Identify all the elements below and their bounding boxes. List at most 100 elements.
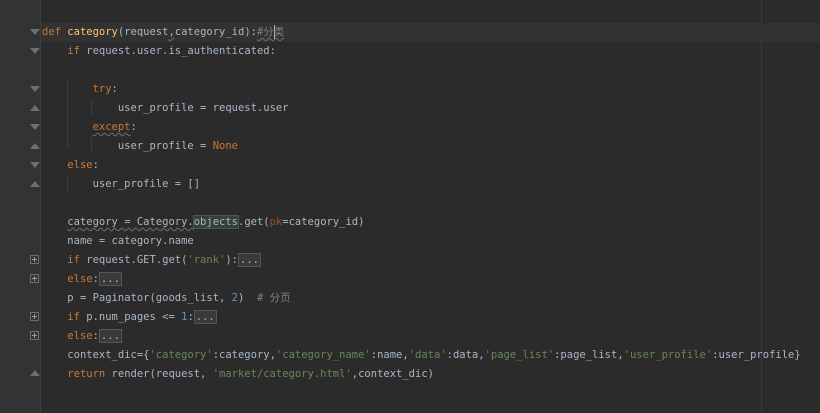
fold-end-icon[interactable] bbox=[30, 143, 40, 149]
keyword: else bbox=[67, 159, 93, 171]
code-text: ) bbox=[238, 292, 257, 304]
code-line[interactable]: name = category.name bbox=[42, 232, 194, 251]
fold-end-icon[interactable] bbox=[30, 370, 40, 376]
code-line[interactable]: else:... bbox=[42, 327, 122, 346]
code-line[interactable]: user_profile = None bbox=[42, 137, 238, 156]
fold-end-icon[interactable] bbox=[30, 105, 40, 111]
code-text: : bbox=[92, 273, 99, 285]
code-text: : bbox=[111, 83, 118, 95]
code-text: :data, bbox=[446, 349, 485, 361]
code-text: : bbox=[92, 159, 99, 171]
fold-collapse-icon[interactable] bbox=[30, 48, 40, 54]
code-line[interactable]: def category(request,category_id):#分类 bbox=[42, 23, 284, 42]
string-literal: 'rank' bbox=[187, 254, 226, 266]
code-line[interactable]: if p.num_pages <= 1:... bbox=[42, 308, 217, 327]
keyword: None bbox=[212, 140, 238, 152]
code-line[interactable]: else: bbox=[42, 156, 99, 175]
code-text: :category, bbox=[212, 349, 276, 361]
code-text: : bbox=[187, 311, 194, 323]
code-text: render(request, bbox=[105, 368, 213, 380]
code-text: .get( bbox=[238, 216, 270, 228]
code-text: ,context_dic) bbox=[351, 368, 434, 380]
comment: #分类 bbox=[256, 26, 285, 38]
folded-region[interactable]: ... bbox=[238, 253, 261, 267]
string-literal: 'data' bbox=[408, 349, 447, 361]
code-text: :page_list, bbox=[554, 349, 624, 361]
string-literal: 'category_name' bbox=[275, 349, 371, 361]
code-text: (request bbox=[117, 26, 169, 38]
code-line[interactable]: user_profile = [] bbox=[42, 175, 200, 194]
code-text: :user_profile} bbox=[712, 349, 801, 361]
fold-expand-icon[interactable] bbox=[30, 312, 39, 321]
code-line[interactable]: if request.GET.get('rank'):... bbox=[42, 251, 261, 270]
function-name: category bbox=[67, 26, 118, 38]
code-line[interactable]: try: bbox=[42, 80, 118, 99]
highlighted-identifier: objects bbox=[192, 215, 240, 229]
comment: # 分页 bbox=[256, 292, 291, 304]
code-line[interactable]: else:... bbox=[42, 270, 122, 289]
fold-collapse-icon[interactable] bbox=[30, 86, 40, 92]
code-text: : bbox=[130, 121, 137, 133]
string-literal: 'category' bbox=[149, 349, 213, 361]
folded-region[interactable]: ... bbox=[98, 272, 122, 286]
code-text: p.num_pages <= bbox=[79, 311, 182, 323]
editor-gutter bbox=[0, 0, 40, 413]
code-line[interactable]: user_profile = request.user bbox=[42, 99, 289, 118]
code-text: p = Paginator(goods_list, bbox=[67, 292, 232, 304]
keyword: def bbox=[42, 26, 61, 38]
code-line[interactable]: return render(request, 'market/category.… bbox=[42, 365, 434, 384]
code-line[interactable]: category = Category.objects.get(pk=categ… bbox=[42, 213, 364, 232]
fold-collapse-icon[interactable] bbox=[30, 124, 40, 130]
code-text: name = category.name bbox=[67, 235, 194, 247]
fold-expand-icon[interactable] bbox=[30, 274, 39, 283]
fold-expand-icon[interactable] bbox=[30, 255, 39, 264]
code-line[interactable]: except: bbox=[42, 118, 137, 137]
fold-end-icon[interactable] bbox=[30, 181, 40, 187]
keyword-argument: pk bbox=[269, 216, 283, 228]
string-literal: 'market/category.html' bbox=[212, 368, 352, 380]
keyword: except bbox=[92, 121, 131, 133]
code-line[interactable]: context_dic={'category':category,'catego… bbox=[42, 346, 801, 365]
code-text: request.user.is_authenticated: bbox=[79, 45, 276, 57]
code-text: =category_id) bbox=[282, 216, 365, 228]
fold-expand-icon[interactable] bbox=[30, 331, 39, 340]
code-text: : bbox=[92, 330, 99, 342]
code-text: category_id): bbox=[174, 26, 257, 38]
keyword: return bbox=[67, 368, 106, 380]
keyword: if bbox=[67, 45, 80, 57]
fold-collapse-icon[interactable] bbox=[30, 29, 40, 35]
code-text: category = Category. bbox=[67, 216, 194, 228]
gutter-separator bbox=[40, 0, 41, 413]
string-literal: 'user_profile' bbox=[623, 349, 713, 361]
keyword: try bbox=[92, 83, 112, 95]
code-text: user_profile = bbox=[117, 140, 213, 152]
folded-region[interactable]: ... bbox=[193, 310, 217, 324]
keyword: if bbox=[67, 254, 80, 266]
keyword: else bbox=[67, 330, 93, 342]
fold-collapse-icon[interactable] bbox=[30, 162, 40, 168]
code-line[interactable]: if request.user.is_authenticated: bbox=[42, 42, 276, 61]
keyword: if bbox=[67, 311, 80, 323]
code-text: ): bbox=[225, 254, 239, 266]
code-line[interactable]: p = Paginator(goods_list, 2) # 分页 bbox=[42, 289, 291, 308]
code-text: context_dic={ bbox=[67, 349, 150, 361]
string-literal: 'page_list' bbox=[484, 349, 555, 361]
code-text: request.GET.get( bbox=[79, 254, 188, 266]
folded-region[interactable]: ... bbox=[98, 329, 122, 343]
code-text: user_profile = request.user bbox=[117, 102, 289, 114]
